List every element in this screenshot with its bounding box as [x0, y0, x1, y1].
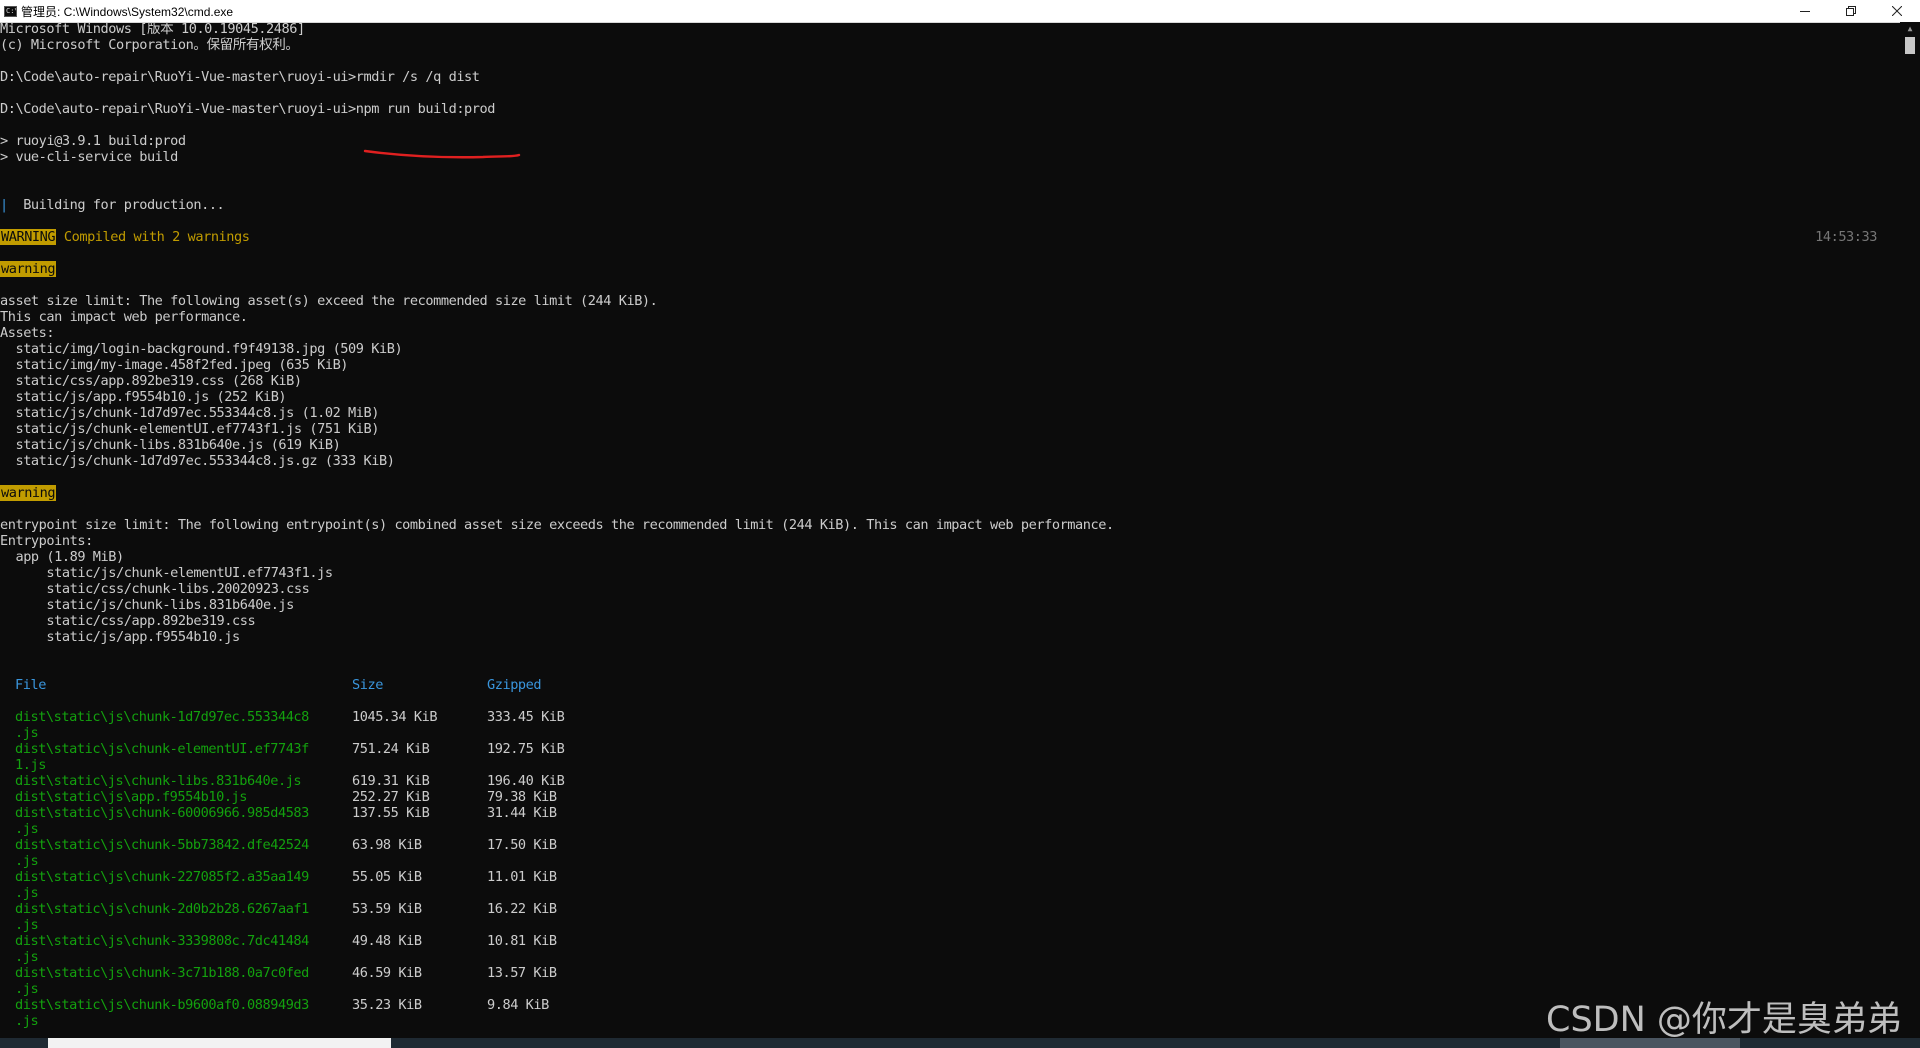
console-output[interactable]: Microsoft Windows [版本 10.0.19045.2486] (…: [0, 22, 1900, 1038]
warning-label: warning: [0, 261, 57, 277]
warning-label: warning: [0, 485, 57, 501]
console-line: static/js/chunk-libs.831b640e.js (619 Ki…: [0, 437, 341, 453]
table-header-size: Size: [352, 677, 383, 693]
table-cell-gzipped: 196.40 KiB: [487, 773, 565, 789]
table-cell-gzipped: 11.01 KiB: [487, 869, 557, 885]
watermark: CSDN @你才是臭弟弟: [1546, 1000, 1902, 1040]
console-line: static/js/chunk-elementUI.ef7743f1.js: [0, 565, 333, 581]
table-cell-size: 751.24 KiB: [352, 741, 430, 757]
console-line: static/js/chunk-elementUI.ef7743f1.js (7…: [0, 421, 379, 437]
timestamp: 14:53:33: [1815, 229, 1877, 245]
table-cell-file: dist\static\js\chunk-1d7d97ec.553344c8: [15, 709, 309, 725]
scroll-thumb[interactable]: [1905, 37, 1915, 54]
build-marker: |: [0, 197, 8, 213]
scroll-up-icon[interactable]: ▲: [1905, 24, 1915, 34]
table-cell-file: dist\static\js\chunk-227085f2.a35aa149: [15, 869, 309, 885]
console-line: static/js/app.f9554b10.js: [0, 629, 240, 645]
warning-label-line: warning: [0, 485, 57, 502]
table-cell-file-wrap: .js: [15, 885, 39, 901]
console-line: > ruoyi@3.9.1 build:prod: [0, 133, 186, 149]
table-cell-gzipped: 31.44 KiB: [487, 805, 557, 821]
table-cell-gzipped: 16.22 KiB: [487, 901, 557, 917]
build-progress: | Building for production...: [0, 197, 225, 214]
console-line: static/js/chunk-1d7d97ec.553344c8.js.gz …: [0, 453, 395, 469]
console-line: static/css/chunk-libs.20020923.css: [0, 581, 310, 597]
console-line: D:\Code\auto-repair\RuoYi-Vue-master\ruo…: [0, 69, 480, 85]
taskbar: [0, 1038, 1920, 1048]
table-cell-file-wrap: .js: [15, 853, 39, 869]
console-line: static/css/app.892be319.css: [0, 613, 256, 629]
vertical-scrollbar[interactable]: ▲: [1900, 22, 1920, 1038]
table-header-gzipped: Gzipped: [487, 677, 542, 693]
table-cell-file-wrap: .js: [15, 981, 39, 997]
console-line: (c) Microsoft Corporation。保留所有权利。: [0, 37, 299, 53]
table-cell-gzipped: 9.84 KiB: [487, 997, 549, 1013]
window-title: 管理员: C:\Windows\System32\cmd.exe: [21, 4, 234, 19]
table-cell-file-wrap: .js: [15, 821, 39, 837]
taskbar-window-thumb[interactable]: [48, 1038, 391, 1048]
table-cell-size: 137.55 KiB: [352, 805, 430, 821]
table-cell-gzipped: 10.81 KiB: [487, 933, 557, 949]
table-cell-file: dist\static\js\chunk-libs.831b640e.js: [15, 773, 302, 789]
console-line: > vue-cli-service build: [0, 149, 178, 165]
table-cell-size: 35.23 KiB: [352, 997, 422, 1013]
table-cell-file-wrap: 1.js: [15, 757, 46, 773]
warning-summary-line: WARNING Compiled with 2 warnings: [0, 229, 250, 246]
table-cell-size: 46.59 KiB: [352, 965, 422, 981]
table-cell-size: 53.59 KiB: [352, 901, 422, 917]
table-cell-file: dist\static\js\chunk-b9600af0.088949d3: [15, 997, 309, 1013]
minimize-icon[interactable]: [1782, 0, 1828, 22]
warning-badge: WARNING: [0, 229, 57, 245]
window-titlebar[interactable]: C:\ 管理员: C:\Windows\System32\cmd.exe: [0, 0, 1920, 23]
taskbar-segment: [1560, 1038, 1740, 1048]
window-controls: [1782, 0, 1920, 22]
table-cell-gzipped: 79.38 KiB: [487, 789, 557, 805]
table-cell-file: dist\static\js\chunk-3339808c.7dc41484: [15, 933, 309, 949]
console-line: D:\Code\auto-repair\RuoYi-Vue-master\ruo…: [0, 101, 495, 117]
table-cell-size: 252.27 KiB: [352, 789, 430, 805]
table-cell-size: 1045.34 KiB: [352, 709, 438, 725]
console-line: Assets:: [0, 325, 55, 341]
console-line: static/img/my-image.458f2fed.jpeg (635 K…: [0, 357, 349, 373]
console-line: This can impact web performance.: [0, 309, 248, 325]
red-underline-annotation: [363, 149, 521, 159]
table-cell-gzipped: 13.57 KiB: [487, 965, 557, 981]
table-cell-file-wrap: .js: [15, 949, 39, 965]
build-status: Building for production...: [23, 197, 225, 213]
close-icon[interactable]: [1874, 0, 1920, 22]
table-cell-gzipped: 192.75 KiB: [487, 741, 565, 757]
table-cell-size: 49.48 KiB: [352, 933, 422, 949]
table-cell-gzipped: 333.45 KiB: [487, 709, 565, 725]
console-line: static/js/app.f9554b10.js (252 KiB): [0, 389, 287, 405]
table-cell-size: 55.05 KiB: [352, 869, 422, 885]
console-line: static/img/login-background.f9f49138.jpg…: [0, 341, 403, 357]
table-cell-file-wrap: .js: [15, 725, 39, 741]
table-cell-file-wrap: .js: [15, 917, 39, 933]
table-cell-file: dist\static\js\chunk-2d0b2b28.6267aaf1: [15, 901, 309, 917]
warning-summary: Compiled with 2 warnings: [63, 229, 250, 245]
console-line: app (1.89 MiB): [0, 549, 124, 565]
console-line: entrypoint size limit: The following ent…: [0, 517, 1114, 533]
console-line: static/js/chunk-1d7d97ec.553344c8.js (1.…: [0, 405, 379, 421]
table-cell-file-wrap: .js: [15, 1013, 39, 1029]
console-line: static/js/chunk-libs.831b640e.js: [0, 597, 294, 613]
cmd-icon: C:\: [4, 5, 17, 17]
table-header-file: File: [15, 677, 46, 693]
restore-icon[interactable]: [1828, 0, 1874, 22]
console-line: asset size limit: The following asset(s)…: [0, 293, 658, 309]
table-cell-file: dist\static\js\chunk-5bb73842.dfe42524: [15, 837, 309, 853]
table-cell-file: dist\static\js\chunk-3c71b188.0a7c0fed: [15, 965, 309, 981]
table-cell-gzipped: 17.50 KiB: [487, 837, 557, 853]
warning-label-line: warning: [0, 261, 57, 278]
console-line: Microsoft Windows [版本 10.0.19045.2486]: [0, 22, 305, 37]
table-cell-file: dist\static\js\chunk-elementUI.ef7743f: [15, 741, 309, 757]
console-line: static/css/app.892be319.css (268 KiB): [0, 373, 302, 389]
table-cell-size: 619.31 KiB: [352, 773, 430, 789]
table-cell-file: dist\static\js\app.f9554b10.js: [15, 789, 248, 805]
table-cell-size: 63.98 KiB: [352, 837, 422, 853]
table-cell-file: dist\static\js\chunk-60006966.985d4583: [15, 805, 309, 821]
console-line: Entrypoints:: [0, 533, 93, 549]
